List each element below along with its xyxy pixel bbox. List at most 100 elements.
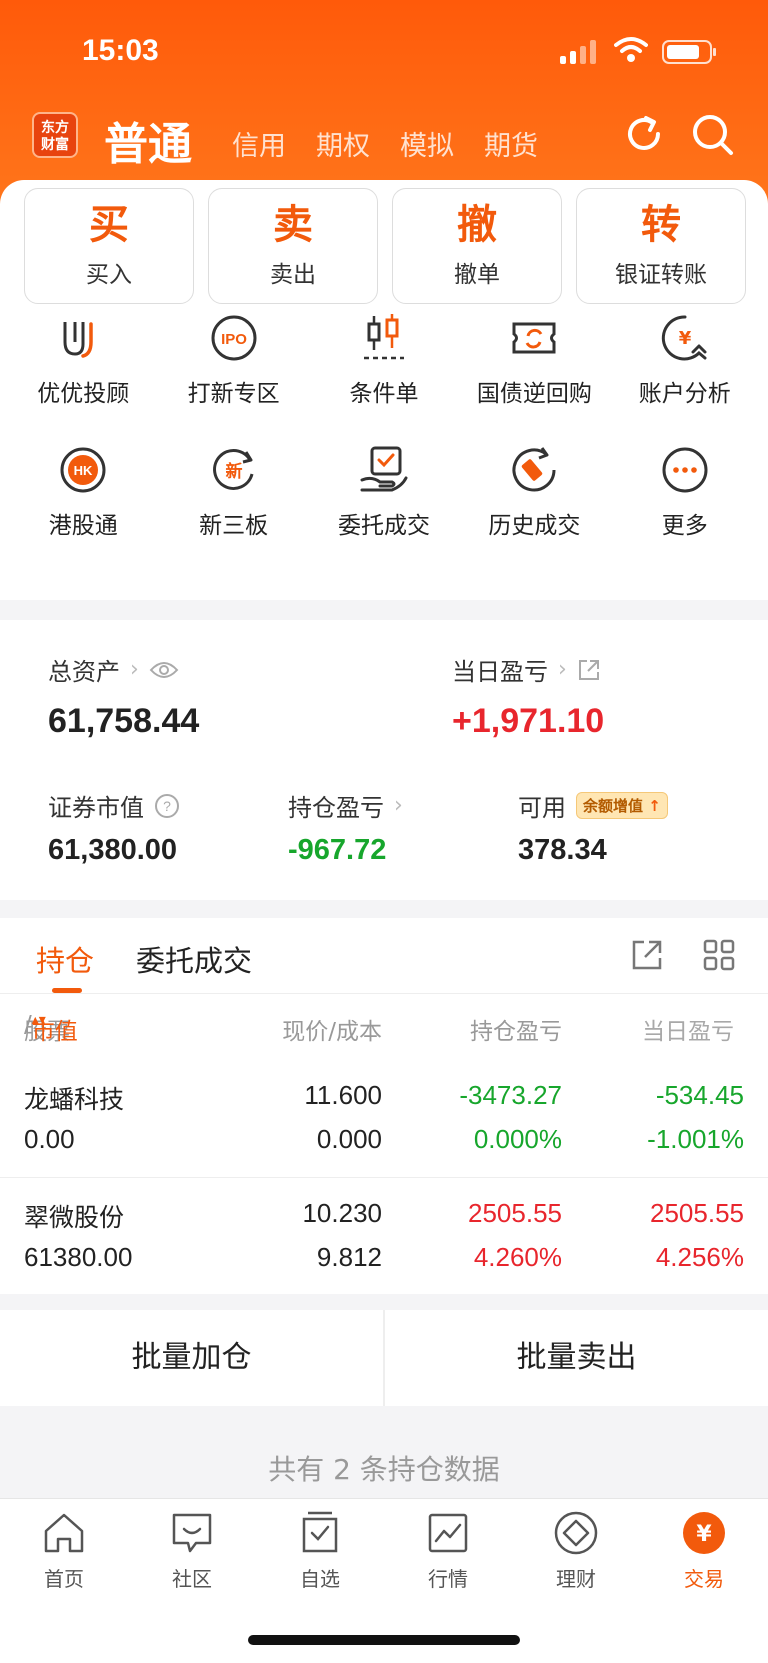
stock-position-pl: 2505.55: [468, 1198, 562, 1228]
grid-label: 新三板: [199, 513, 269, 539]
grid-item-orders-trades[interactable]: 委托成交: [309, 444, 459, 540]
chevron-right-icon: ›: [558, 657, 567, 682]
tab-positions[interactable]: 持仓: [36, 938, 94, 980]
grid-item-account-analysis[interactable]: ¥ 账户分析: [610, 312, 760, 408]
arrow-up-icon: ↑: [648, 797, 661, 815]
account-tab-options[interactable]: 期权: [316, 124, 370, 163]
buy-button[interactable]: 买 买入: [24, 188, 194, 304]
ticket-icon: [512, 322, 556, 354]
nav-watchlist[interactable]: 自选: [256, 1509, 384, 1592]
nav-home[interactable]: 首页: [0, 1509, 128, 1592]
grid-item-more[interactable]: 更多: [610, 444, 760, 540]
share-icon[interactable]: [630, 938, 664, 972]
grid-label: 打新专区: [187, 381, 280, 407]
table-row[interactable]: 龙蟠科技 0.00 11.600 0.000 -3473.27 0.000% -…: [0, 1060, 768, 1178]
more-icon: [662, 447, 708, 493]
stock-daily-pl-pct: -1.001%: [647, 1124, 744, 1154]
holdings-tabs: 持仓 委托成交: [0, 918, 768, 994]
logo-text-2: 财富: [41, 137, 69, 153]
available-label: 可用: [518, 794, 566, 822]
function-grid-row-2: HK 港股通 新 新三板 委托成交 历史成交 更多: [8, 444, 760, 540]
stock-name: 翠微股份: [24, 1203, 125, 1232]
asset-summary: 总资产 › 61,758.44 当日盈亏 › +1,971.10 证券市值 ? …: [0, 620, 768, 900]
order-hand-icon: [360, 446, 408, 492]
grid-item-advisor[interactable]: 优优投顾: [8, 312, 158, 408]
home-icon: [44, 1513, 84, 1553]
balance-boost-badge[interactable]: 余额增值 ↑: [576, 792, 668, 819]
sort-icon[interactable]: ▴▾: [32, 1012, 46, 1028]
grid-item-reverse-repo[interactable]: 国债逆回购: [459, 312, 609, 408]
sell-button[interactable]: 卖 卖出: [208, 188, 378, 304]
stock-market-value: 61380.00: [24, 1242, 133, 1272]
candlestick-icon: [363, 314, 404, 360]
batch-add-button[interactable]: 批量加仓: [0, 1310, 383, 1406]
nav-trade[interactable]: ¥ 交易: [640, 1509, 768, 1592]
grid-item-ipo[interactable]: IPO 打新专区: [158, 312, 308, 408]
home-indicator: [248, 1635, 520, 1645]
help-icon[interactable]: ?: [154, 793, 180, 819]
grid-label: 委托成交: [337, 513, 430, 539]
cancel-order-button[interactable]: 撤 撤单: [392, 188, 562, 304]
account-tab-simulated[interactable]: 模拟: [400, 124, 454, 163]
batch-actions: 批量加仓 批量卖出: [0, 1310, 768, 1406]
svg-text:HK: HK: [74, 463, 93, 478]
col-position-pl: 持仓盈亏: [470, 1019, 562, 1045]
advisor-icon: [63, 322, 93, 358]
total-assets-label: 总资产: [48, 658, 120, 686]
grid-item-hk-connect[interactable]: HK 港股通: [8, 444, 158, 540]
daily-pl-link[interactable]: 当日盈亏 ›: [452, 652, 601, 687]
new-board-icon: 新: [212, 449, 254, 490]
position-pl-value: -967.72: [288, 834, 387, 866]
svg-text:新: 新: [225, 461, 242, 482]
transfer-label: 银证转账: [615, 262, 707, 288]
stock-daily-pl: -534.45: [655, 1080, 744, 1110]
stock-daily-pl-pct: 4.256%: [655, 1242, 744, 1272]
eye-icon[interactable]: [149, 660, 179, 680]
transfer-glyph: 转: [641, 202, 681, 248]
col-price-cost: 现价/成本: [282, 1019, 382, 1045]
available-item: 可用 余额增值 ↑: [518, 788, 668, 823]
share-icon[interactable]: [577, 658, 601, 682]
status-bar: 15:03: [0, 28, 768, 72]
grid-item-history-trades[interactable]: 历史成交: [459, 444, 609, 540]
nav-community[interactable]: 社区: [128, 1509, 256, 1592]
battery-icon: [662, 40, 716, 64]
grid-item-new-third-board[interactable]: 新 新三板: [158, 444, 308, 540]
stock-position-pl-pct: 0.000%: [473, 1124, 562, 1154]
grid-label: 更多: [661, 513, 708, 539]
history-icon: [512, 447, 556, 492]
account-tab-futures[interactable]: 期货: [484, 124, 538, 163]
hk-icon: HK: [60, 447, 106, 493]
table-row[interactable]: 翠微股份 61380.00 10.230 9.812 2505.55 4.260…: [0, 1178, 768, 1296]
market-icon: [428, 1513, 468, 1553]
col-stock[interactable]: 股票 / 市值 ▴▾: [24, 1012, 78, 1045]
grid-label: 优优投顾: [37, 381, 130, 407]
grid-view-icon[interactable]: [702, 938, 736, 972]
position-pl-label: 持仓盈亏: [288, 794, 384, 822]
tab-orders[interactable]: 委托成交: [136, 938, 252, 980]
position-pl-link[interactable]: 持仓盈亏 ›: [288, 788, 403, 823]
cancel-glyph: 撤: [457, 202, 497, 248]
svg-text:?: ?: [163, 798, 171, 814]
nav-wealth[interactable]: 理财: [512, 1509, 640, 1592]
account-tab-credit[interactable]: 信用: [232, 124, 286, 163]
batch-sell-button[interactable]: 批量卖出: [385, 1310, 768, 1406]
daily-pl-value: +1,971.10: [452, 702, 605, 740]
market-value-label: 证券市值: [48, 794, 144, 822]
grid-item-conditional-order[interactable]: 条件单: [309, 312, 459, 408]
stock-cost: 0.000: [316, 1124, 382, 1154]
svg-text:¥: ¥: [678, 328, 691, 349]
search-icon[interactable]: [690, 112, 736, 158]
account-tab-normal[interactable]: 普通: [104, 108, 192, 172]
nav-label: 首页: [44, 1567, 84, 1591]
grid-label: 历史成交: [488, 513, 581, 539]
function-grid-row-1: 优优投顾 IPO 打新专区 条件单 国债逆回购 ¥ 账户分析: [8, 312, 760, 408]
trade-icon: ¥: [683, 1512, 725, 1554]
refresh-icon[interactable]: [622, 112, 666, 156]
quick-actions: 买 买入 卖 卖出 撤 撤单 转 银证转账: [24, 188, 746, 304]
total-assets-link[interactable]: 总资产 ›: [48, 652, 179, 687]
nav-market[interactable]: 行情: [384, 1509, 512, 1592]
tab-indicator: [52, 988, 82, 993]
svg-text:IPO: IPO: [221, 331, 247, 348]
bank-transfer-button[interactable]: 转 银证转账: [576, 188, 746, 304]
